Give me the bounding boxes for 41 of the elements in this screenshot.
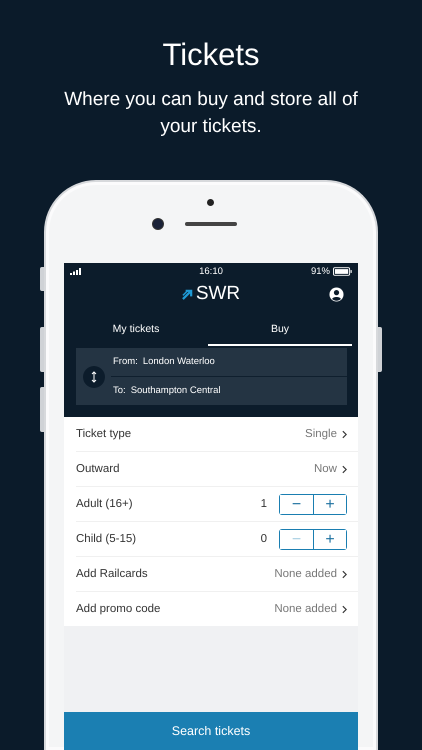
option-label: Outward xyxy=(76,463,120,475)
chevron-icon xyxy=(342,430,347,438)
option-value: None added xyxy=(274,568,337,580)
increase-button[interactable]: + xyxy=(313,530,346,548)
increase-button[interactable]: + xyxy=(313,494,346,514)
account-icon[interactable] xyxy=(329,286,344,302)
app-logo: SWR xyxy=(196,283,240,305)
passenger-label: Child (5-15) xyxy=(76,533,138,545)
search-button[interactable]: Search tickets xyxy=(64,712,358,750)
option-value: None added xyxy=(274,603,337,615)
tab[interactable]: Buy xyxy=(208,314,352,346)
option-label: Ticket type xyxy=(76,428,132,440)
option-row[interactable]: Ticket type Single xyxy=(76,417,358,452)
chevron-icon xyxy=(342,570,347,578)
tab[interactable]: My tickets xyxy=(64,314,208,346)
origin-field[interactable]: From: London Waterloo xyxy=(111,348,347,376)
page-heading: Tickets xyxy=(162,36,260,74)
destination-field[interactable]: To: Southampton Central xyxy=(111,376,347,405)
battery-icon xyxy=(333,266,352,276)
option-row[interactable]: Add promo code None added xyxy=(76,592,358,626)
passenger-count: 1 xyxy=(260,498,267,510)
sensor-dot xyxy=(207,199,214,206)
passenger-label: Adult (16+) xyxy=(76,498,134,510)
signal-icon xyxy=(70,268,82,274)
chevron-icon xyxy=(342,604,347,614)
swap-icon xyxy=(91,370,97,382)
option-row[interactable]: Add Railcards None added xyxy=(76,557,358,592)
chevron-icon xyxy=(342,464,347,474)
option-label: Add promo code xyxy=(76,603,162,615)
camera-lens xyxy=(153,219,163,229)
speaker-grille xyxy=(185,222,237,226)
option-label: Add Railcards xyxy=(76,568,149,580)
swap-button[interactable] xyxy=(83,366,105,388)
arrow-icon xyxy=(182,288,193,300)
page-subheading: Where you can buy and store all of your tickets. xyxy=(63,88,359,139)
passenger-count: 0 xyxy=(260,533,267,545)
battery-percent: 91% xyxy=(310,266,330,276)
option-value: Single xyxy=(305,428,337,440)
option-row[interactable]: Outward Now xyxy=(76,452,358,487)
option-value: Now xyxy=(314,463,337,475)
status-time: 16:10 xyxy=(199,266,223,276)
